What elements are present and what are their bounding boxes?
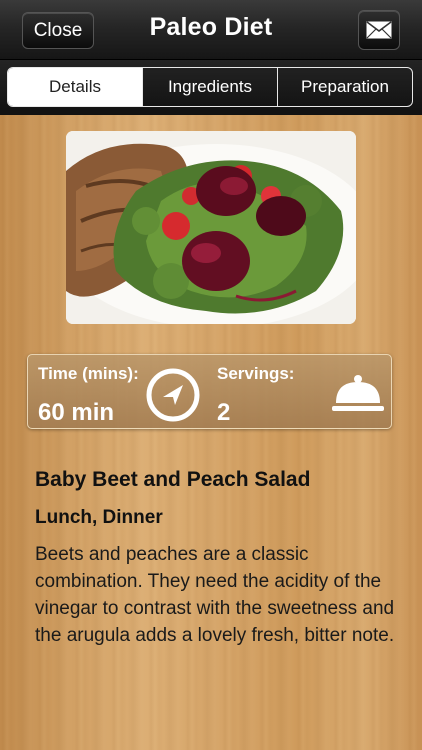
time-value: 60 min: [38, 399, 115, 426]
recipe-photo: [66, 131, 356, 324]
time-label: Time (mins):: [38, 364, 139, 383]
servings-value: 2: [217, 399, 231, 426]
recipe-title: Baby Beet and Peach Salad: [35, 468, 311, 491]
email-button[interactable]: [358, 10, 400, 50]
servings-label: Servings:: [217, 364, 295, 383]
compass-icon: [146, 368, 200, 422]
tab-bar: Details Ingredients Preparation: [0, 60, 422, 115]
tab-details[interactable]: Details: [8, 68, 143, 106]
segmented-control: Details Ingredients Preparation: [7, 67, 413, 107]
navigation-bar: Close Paleo Diet: [0, 0, 422, 60]
recipe-description: Beets and peaches are a classic combinat…: [35, 544, 395, 646]
envelope-icon: [366, 21, 392, 39]
tab-ingredients[interactable]: Ingredients: [143, 68, 278, 106]
serving-cloche-icon: [332, 375, 384, 411]
recipe-meal-types: Lunch, Dinner: [35, 507, 163, 528]
recipe-info-panel: Time (mins): 60 min Servings: 2: [27, 354, 392, 429]
tab-preparation[interactable]: Preparation: [278, 68, 412, 106]
